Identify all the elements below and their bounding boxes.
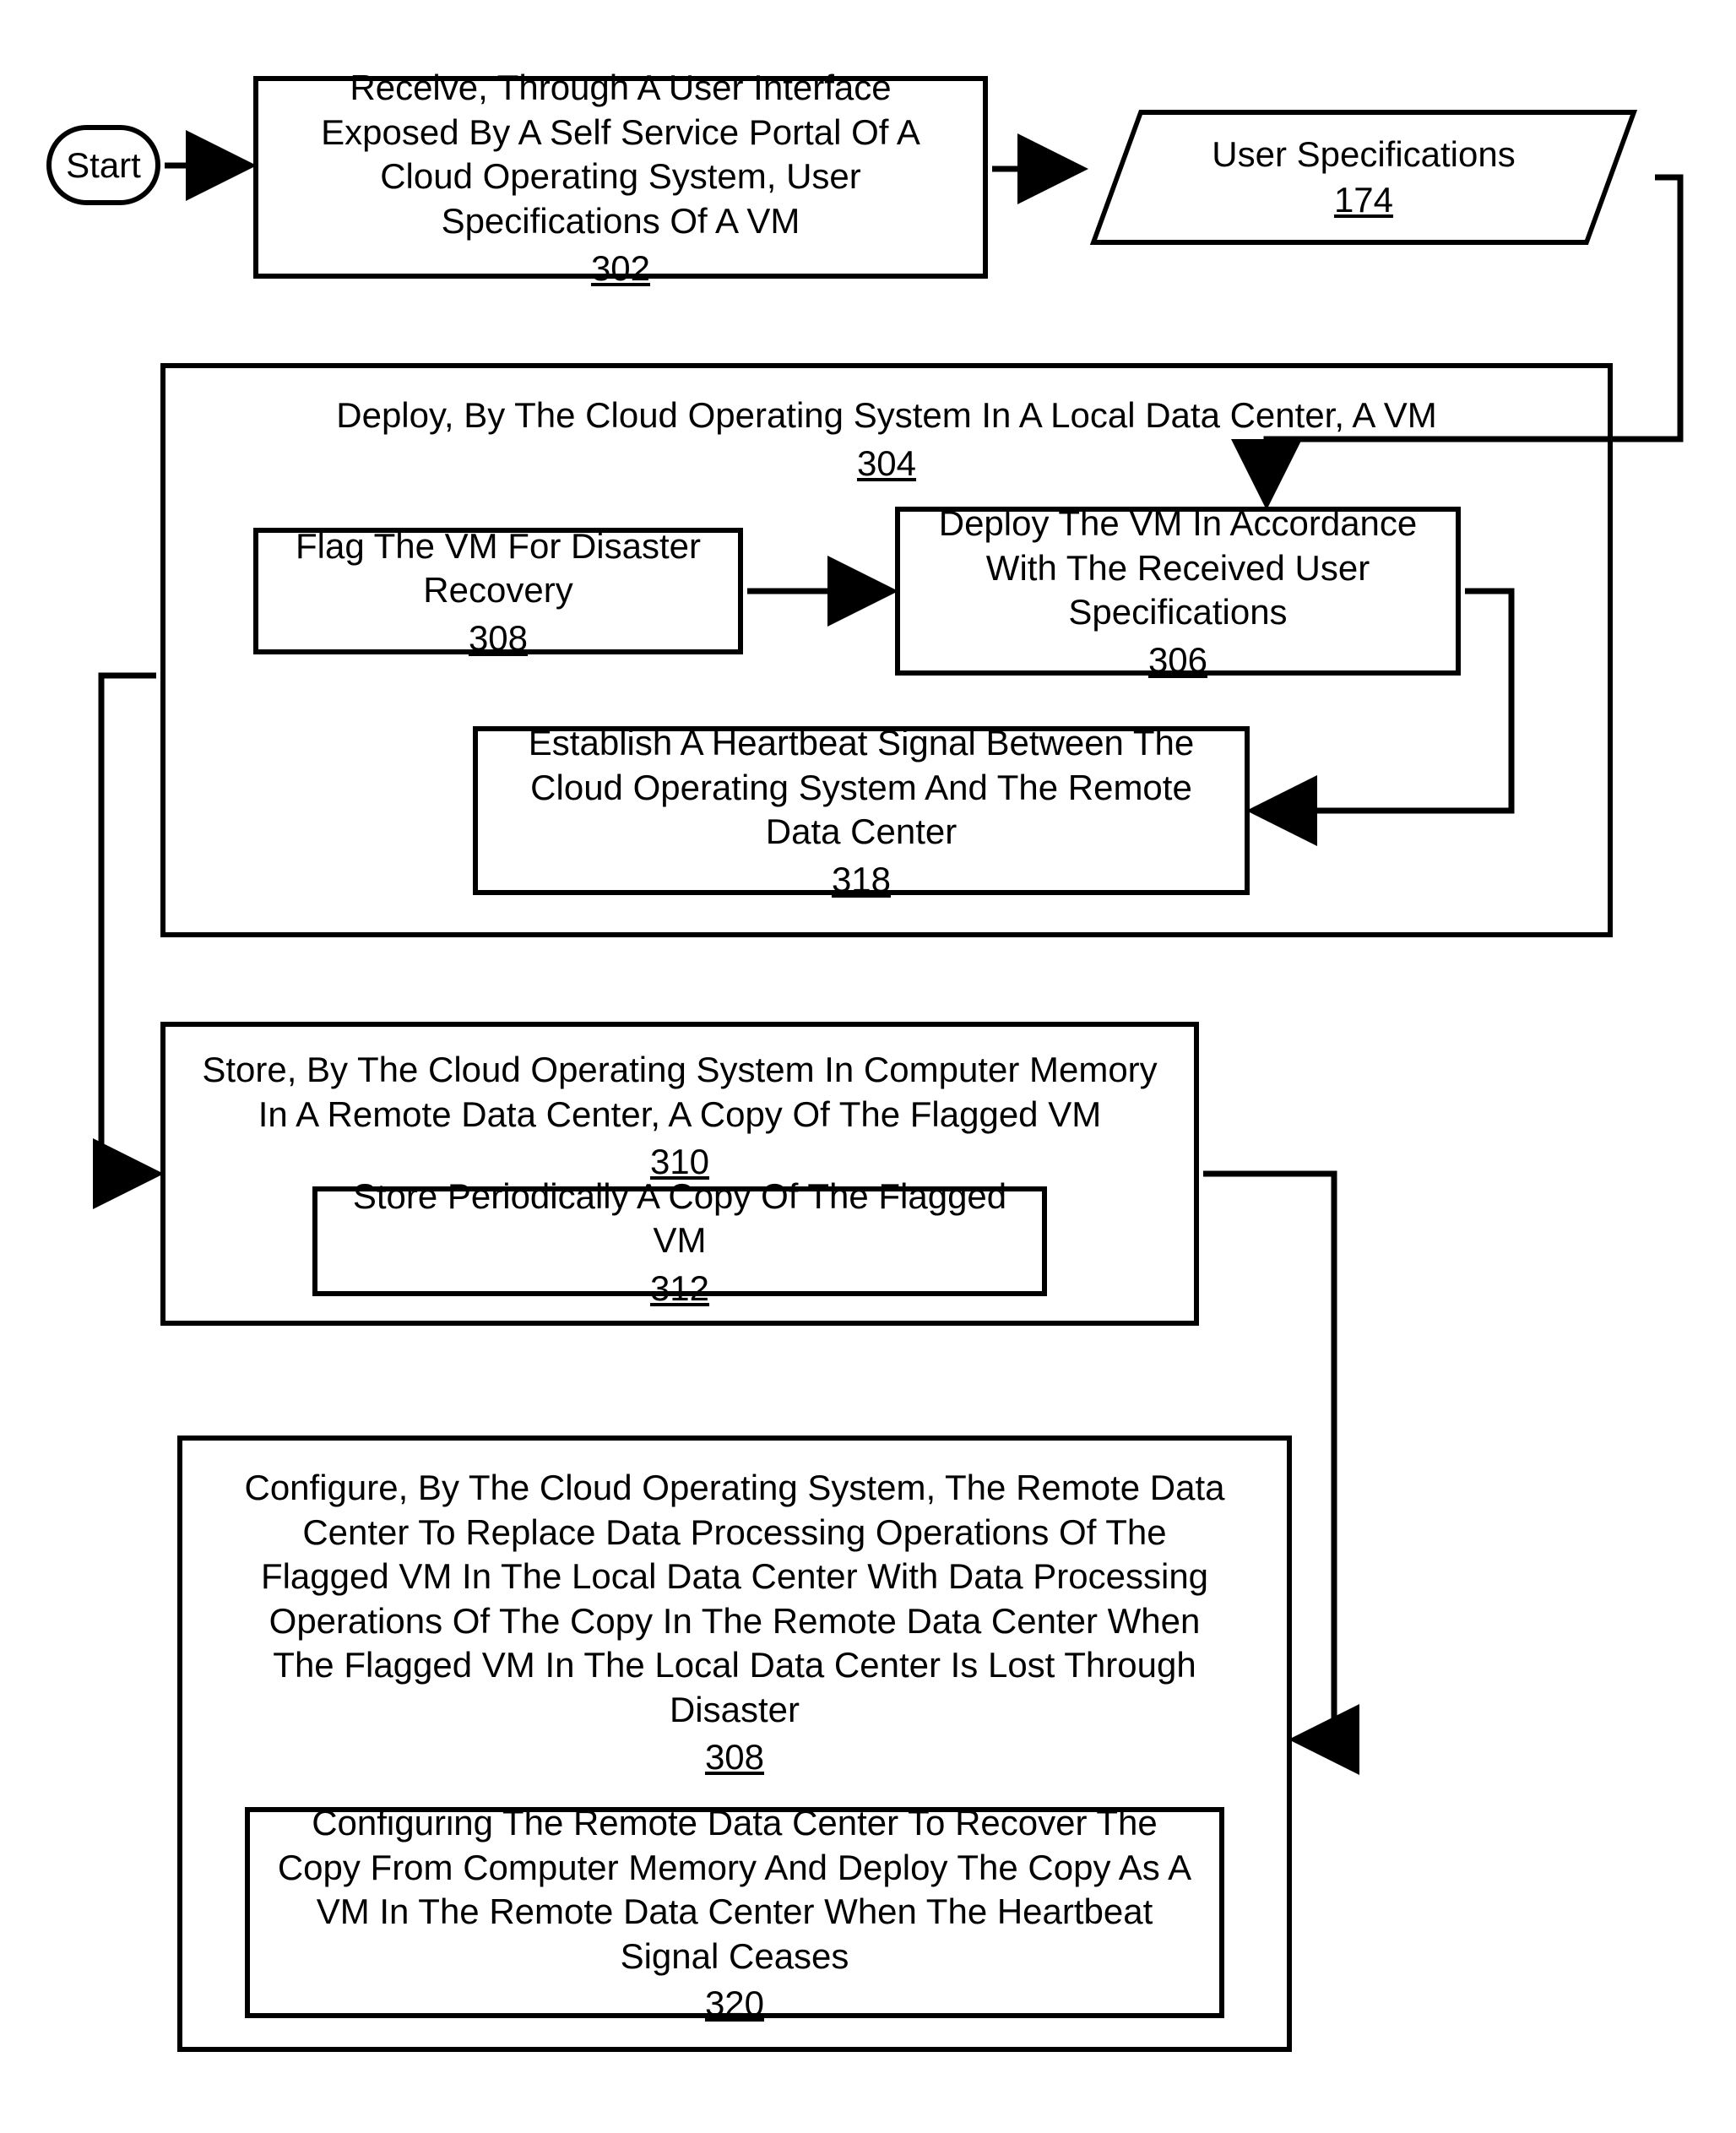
block-304-ref: 304 [857,443,916,484]
block-308b-ref: 308 [705,1737,764,1778]
start-node: Start [46,125,160,205]
block-312-ref: 312 [650,1268,709,1309]
block-318-text: Establish A Heartbeat Signal Between The… [503,721,1219,855]
block-302: Receive, Through A User Interface Expose… [253,76,988,279]
block-308a-text: Flag The VM For Disaster Recovery [284,524,713,613]
block-174-text: User Specifications [1212,134,1515,175]
block-306-text: Deploy The VM In Accordance With The Rec… [925,502,1430,635]
block-302-text: Receive, Through A User Interface Expose… [284,66,958,243]
block-306-ref: 306 [1148,640,1207,681]
block-308a-ref: 308 [469,618,528,659]
block-312-text: Store Periodically A Copy Of The Flagged… [343,1175,1017,1263]
block-304-text: Deploy, By The Cloud Operating System In… [336,393,1436,438]
block-318: Establish A Heartbeat Signal Between The… [473,726,1250,895]
block-318-ref: 318 [832,860,891,900]
block-174: User Specifications 174 [1115,110,1613,245]
block-308a: Flag The VM For Disaster Recovery 308 [253,528,743,654]
block-174-ref: 174 [1334,180,1393,220]
block-312: Store Periodically A Copy Of The Flagged… [312,1186,1047,1296]
block-306: Deploy The VM In Accordance With The Rec… [895,507,1461,676]
block-310-text: Store, By The Cloud Operating System In … [191,1048,1169,1137]
block-320: Configuring The Remote Data Center To Re… [245,1807,1224,2018]
block-320-ref: 320 [705,1984,764,2024]
block-320-text: Configuring The Remote Data Center To Re… [275,1801,1194,1978]
block-308b-text: Configure, By The Cloud Operating System… [236,1466,1233,1732]
block-302-ref: 302 [591,248,650,289]
start-label: Start [66,145,141,186]
